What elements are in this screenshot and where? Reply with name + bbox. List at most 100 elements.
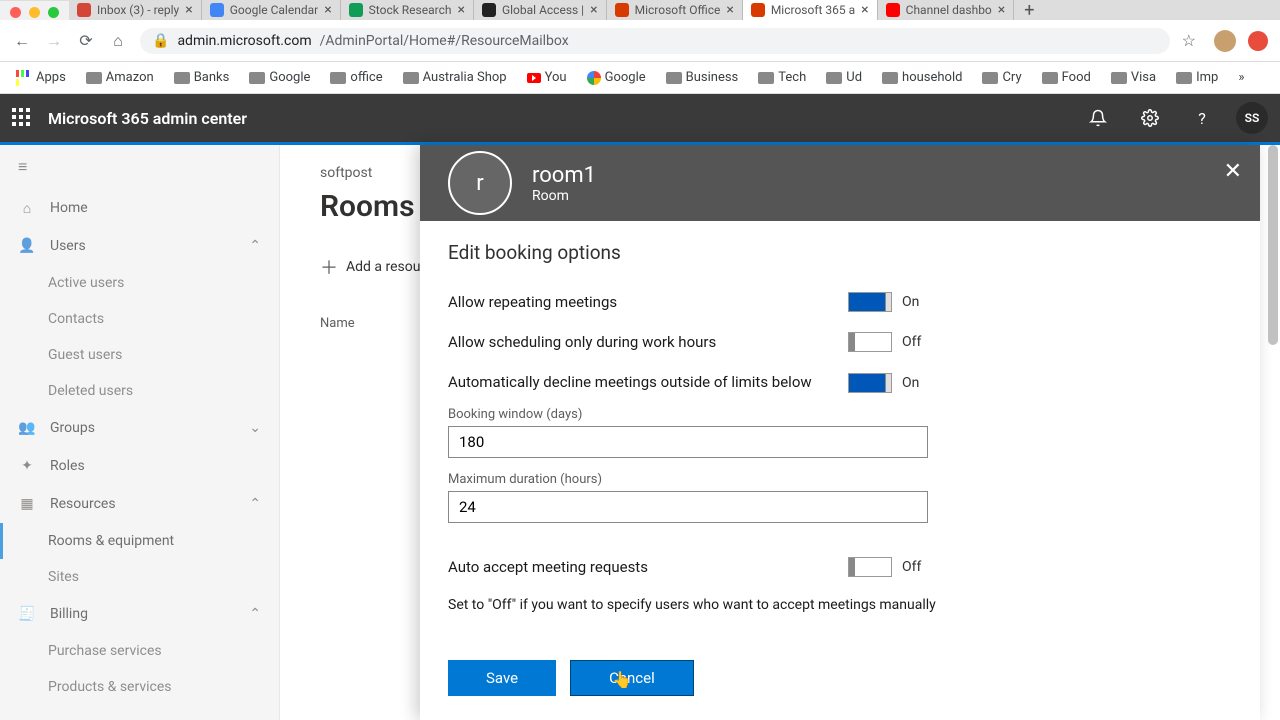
close-icon[interactable]: × xyxy=(457,2,464,18)
new-tab-button[interactable]: + xyxy=(1014,0,1044,21)
user-avatar[interactable]: SS xyxy=(1236,102,1268,134)
sidebar-item-sites[interactable]: Sites xyxy=(0,559,279,595)
sidebar-label: Billing xyxy=(50,606,235,622)
reload-button[interactable]: ⟳ xyxy=(76,31,96,51)
sidebar-item-active-users[interactable]: Active users xyxy=(0,265,279,301)
maximize-window-icon[interactable] xyxy=(48,7,59,18)
sidebar-item-deleted-users[interactable]: Deleted users xyxy=(0,373,279,409)
cancel-button[interactable]: Cancel xyxy=(570,660,694,696)
sidebar-item-contacts[interactable]: Contacts xyxy=(0,301,279,337)
tab-global[interactable]: Global Access |× xyxy=(474,0,607,20)
bookmark-star-icon[interactable]: ☆ xyxy=(1182,31,1196,50)
bm-google[interactable]: Google xyxy=(241,67,318,88)
tab-yt[interactable]: Channel dashbo× xyxy=(878,0,1015,20)
close-panel-button[interactable]: ✕ xyxy=(1224,159,1242,184)
option-label: Allow repeating meetings xyxy=(448,293,828,311)
home-button[interactable]: ⌂ xyxy=(108,31,128,51)
folder-icon xyxy=(330,72,346,84)
sidebar-toggle[interactable]: ≡ xyxy=(0,153,279,189)
tab-gcal[interactable]: Google Calendar × xyxy=(202,0,341,20)
tab-label: Inbox (3) - reply xyxy=(97,3,179,17)
close-window-icon[interactable] xyxy=(10,7,21,18)
toggle-auto-accept[interactable] xyxy=(848,557,892,577)
scrollbar[interactable] xyxy=(1268,145,1278,345)
minimize-window-icon[interactable] xyxy=(29,7,40,18)
bm-yt[interactable]: You xyxy=(519,67,575,88)
bm-banks[interactable]: Banks xyxy=(166,67,238,88)
close-icon[interactable]: × xyxy=(998,2,1005,18)
bm-imp[interactable]: Imp xyxy=(1168,67,1226,88)
close-icon[interactable]: × xyxy=(590,2,597,18)
sidebar-item-home[interactable]: ⌂Home xyxy=(0,189,279,227)
url-host: admin.microsoft.com xyxy=(177,33,311,49)
youtube-icon xyxy=(886,3,900,17)
notifications-icon[interactable] xyxy=(1080,100,1116,136)
billing-icon: 🧾 xyxy=(18,605,36,623)
sidebar-item-billing[interactable]: 🧾Billing⌃ xyxy=(0,595,279,633)
back-button[interactable]: ← xyxy=(12,31,32,51)
close-icon[interactable]: × xyxy=(185,2,192,18)
sidebar-item-guest-users[interactable]: Guest users xyxy=(0,337,279,373)
field-label-booking-window: Booking window (days) xyxy=(448,407,1232,422)
tab-msoffice[interactable]: Microsoft Office× xyxy=(607,0,743,20)
bm-tech[interactable]: Tech xyxy=(750,67,814,88)
sidebar-item-purchase[interactable]: Purchase services xyxy=(0,633,279,669)
browser-tab-strip: Inbox (3) - reply × Google Calendar × Stoc… xyxy=(0,0,1280,20)
settings-icon[interactable] xyxy=(1132,100,1168,136)
opt-allow-repeating: Allow repeating meetings On xyxy=(448,282,1232,322)
panel-heading: Edit booking options xyxy=(448,241,1232,264)
tab-sheets[interactable]: Stock Research× xyxy=(341,0,474,20)
lock-icon: 🔒 xyxy=(152,33,169,49)
roles-icon: ✦ xyxy=(18,457,36,475)
bm-label: Amazon xyxy=(106,70,154,85)
toggle-auto-decline[interactable] xyxy=(848,373,892,393)
sidebar-label: Rooms & equipment xyxy=(48,533,174,549)
sidebar-item-products[interactable]: Products & services xyxy=(0,669,279,705)
close-icon[interactable]: × xyxy=(726,2,733,18)
sidebar-item-rooms-equipment[interactable]: Rooms & equipment xyxy=(0,523,279,559)
tab-label: Google Calendar xyxy=(230,3,318,17)
opt-auto-accept: Auto accept meeting requests Off xyxy=(448,547,1232,587)
sidebar-label: Guest users xyxy=(48,347,122,363)
url-field[interactable]: 🔒 admin.microsoft.com/AdminPortal/Home#/… xyxy=(140,28,1170,54)
bm-label: Australia Shop xyxy=(423,70,507,85)
close-icon[interactable]: × xyxy=(324,2,331,18)
sidebar-item-users[interactable]: 👤Users⌃ xyxy=(0,227,279,265)
sidebar-item-groups[interactable]: 👥Groups⌄ xyxy=(0,409,279,447)
bm-overflow[interactable]: » xyxy=(1230,67,1252,88)
tab-gmail[interactable]: Inbox (3) - reply × xyxy=(69,0,202,20)
bm-google2[interactable]: Google xyxy=(579,67,654,88)
option-label: Auto accept meeting requests xyxy=(448,558,828,576)
bm-label: Banks xyxy=(194,70,230,85)
close-icon[interactable]: × xyxy=(861,2,868,18)
extension-icon[interactable] xyxy=(1248,31,1268,51)
bm-cry[interactable]: Cry xyxy=(974,67,1029,88)
booking-window-input[interactable] xyxy=(448,426,928,458)
sidebar-item-resources[interactable]: ▦Resources⌃ xyxy=(0,485,279,523)
tab-m365-admin[interactable]: Microsoft 365 a × xyxy=(743,0,878,20)
bm-aus[interactable]: Australia Shop xyxy=(395,67,515,88)
bm-household[interactable]: household xyxy=(874,67,970,88)
tab-label: Microsoft 365 a xyxy=(771,3,855,17)
bm-ud[interactable]: Ud xyxy=(818,67,870,88)
bm-visa[interactable]: Visa xyxy=(1103,67,1164,88)
max-duration-input[interactable] xyxy=(448,491,928,523)
option-label: Allow scheduling only during work hours xyxy=(448,333,828,351)
bm-office[interactable]: office xyxy=(322,67,390,88)
profile-avatar[interactable] xyxy=(1214,30,1236,52)
apps-shortcut[interactable]: Apps xyxy=(8,67,74,89)
bm-business[interactable]: Business xyxy=(658,67,747,88)
toggle-allow-repeating[interactable] xyxy=(848,292,892,312)
bm-food[interactable]: Food xyxy=(1034,67,1099,88)
toggle-work-hours[interactable] xyxy=(848,332,892,352)
app-launcher-icon[interactable] xyxy=(12,108,32,128)
save-button[interactable]: Save xyxy=(448,660,556,696)
forward-button[interactable]: → xyxy=(44,31,64,51)
window-controls[interactable] xyxy=(0,1,69,20)
url-path: /AdminPortal/Home#/ResourceMailbox xyxy=(320,33,569,49)
portal-title: Microsoft 365 admin center xyxy=(48,109,247,128)
help-icon[interactable]: ? xyxy=(1184,100,1220,136)
bm-amazon[interactable]: Amazon xyxy=(78,67,162,88)
sidebar-item-roles[interactable]: ✦Roles xyxy=(0,447,279,485)
folder-icon xyxy=(666,72,682,84)
